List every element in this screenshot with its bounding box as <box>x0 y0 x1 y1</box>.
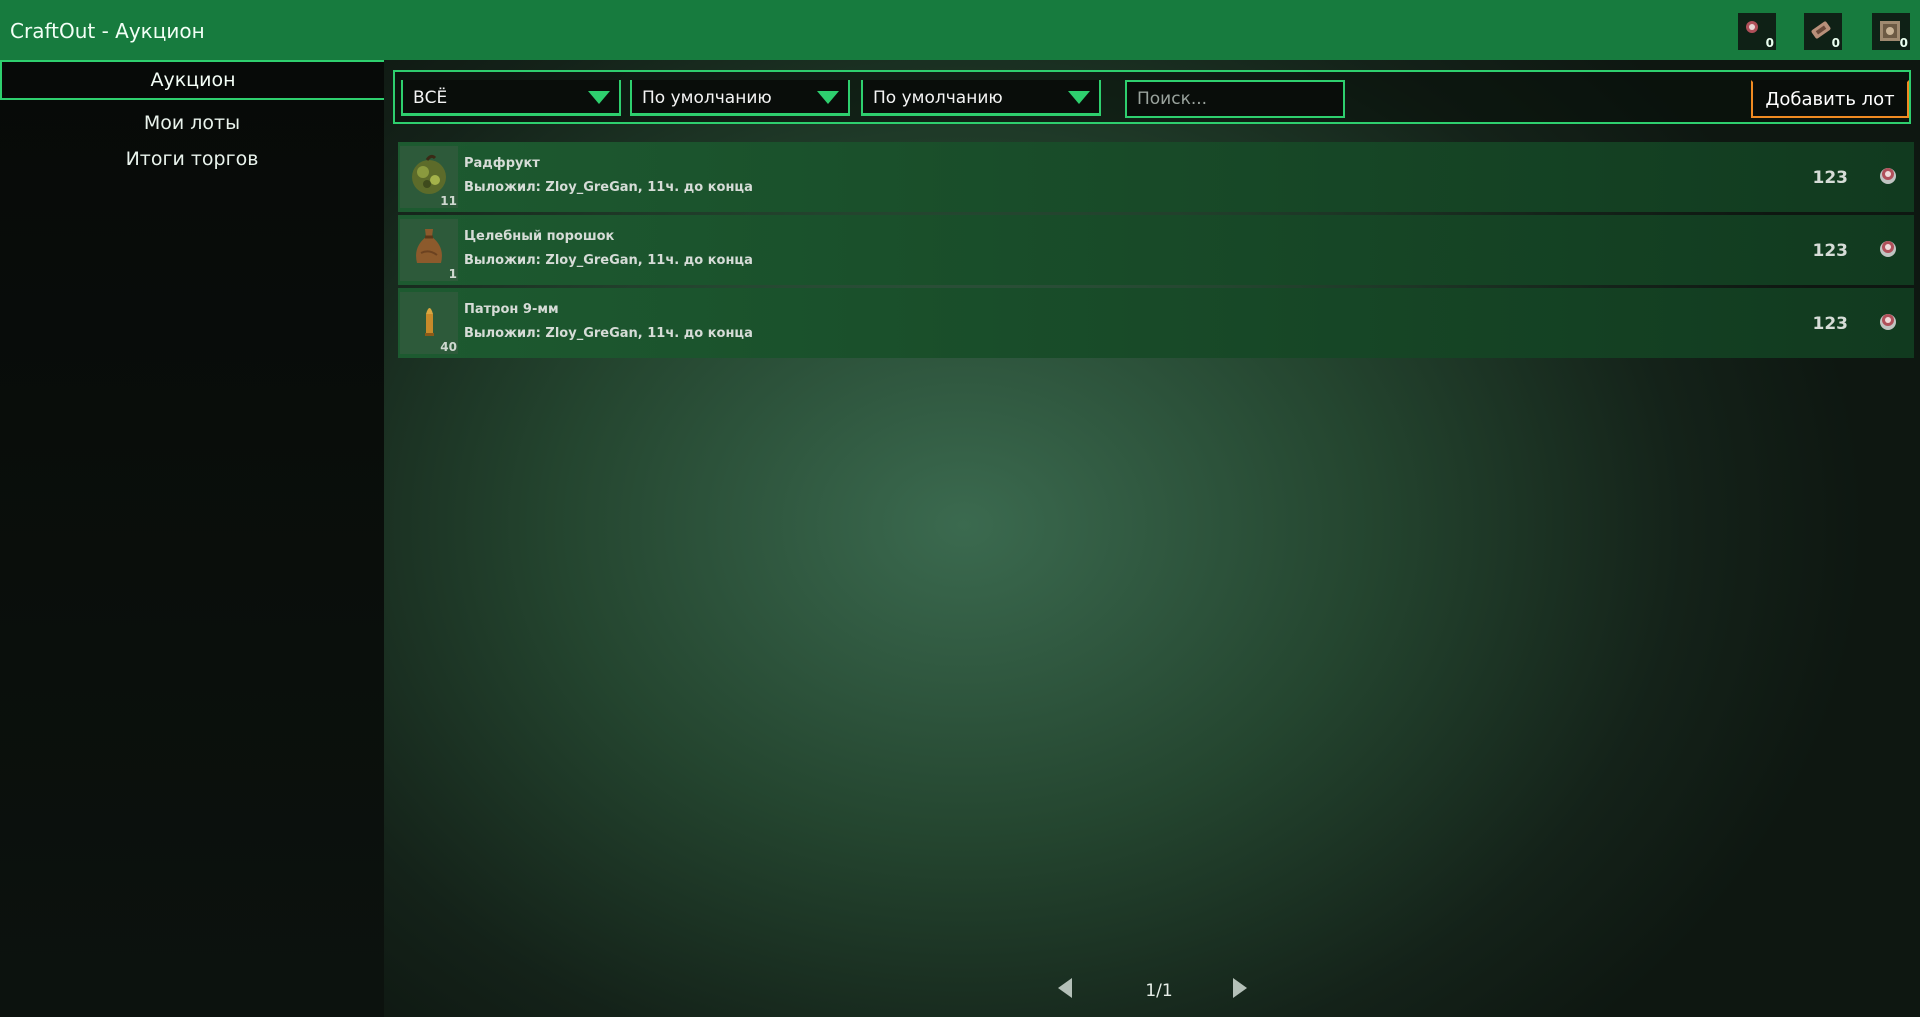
sort-dropdown-2[interactable]: По умолчанию <box>861 80 1101 116</box>
sidebar-item-trade-results[interactable]: Итоги торгов <box>0 144 384 174</box>
bottle-cap-icon <box>1880 241 1896 257</box>
sort-value-2: По умолчанию <box>873 88 1003 108</box>
chevron-down-icon <box>817 91 839 104</box>
bottle-cap-icon <box>1746 21 1758 33</box>
lot-name: Целебный порошок <box>464 229 615 244</box>
category-dropdown[interactable]: ВСЁ <box>401 80 621 116</box>
lot-row[interactable]: 40 Патрон 9-мм Выложил: Zloy_GreGan, 11ч… <box>398 288 1914 358</box>
sidebar-item-auction[interactable]: Аукцион <box>0 60 384 100</box>
sort-value-1: По умолчанию <box>642 88 772 108</box>
lot-name: Патрон 9-мм <box>464 302 559 317</box>
lot-row[interactable]: 1 Целебный порошок Выложил: Zloy_GreGan,… <box>398 215 1914 285</box>
sort-dropdown-1[interactable]: По умолчанию <box>630 80 850 116</box>
main-panel: ВСЁ По умолчанию По умолчанию Добавить л… <box>384 60 1920 1017</box>
bottle-cap-icon <box>1880 314 1896 330</box>
lot-seller: Выложил: Zloy_GreGan, 11ч. до конца <box>464 253 753 268</box>
lot-price: 123 <box>1812 241 1849 261</box>
powder-bag-icon: 1 <box>400 219 458 281</box>
prev-page-button[interactable] <box>1058 978 1072 998</box>
lot-price: 123 <box>1812 314 1849 334</box>
add-lot-button[interactable]: Добавить лот <box>1751 80 1909 118</box>
chevron-down-icon <box>588 91 610 104</box>
currency-caps: 0 <box>1738 13 1776 50</box>
currency-count: 0 <box>1899 36 1908 50</box>
currency-count: 0 <box>1831 36 1840 50</box>
category-value: ВСЁ <box>413 88 448 108</box>
title-bar: CraftOut - Аукцион 0 0 0 <box>0 0 1920 60</box>
lot-name: Радфрукт <box>464 156 540 171</box>
radfruit-icon: 11 <box>400 146 458 208</box>
currency-tickets: 0 <box>1804 13 1842 50</box>
search-input[interactable] <box>1125 80 1345 118</box>
page-indicator: 1/1 <box>1145 981 1173 1001</box>
lot-quantity: 11 <box>440 194 457 208</box>
currency-count: 0 <box>1765 36 1774 50</box>
lot-quantity: 40 <box>440 340 457 354</box>
lot-seller: Выложил: Zloy_GreGan, 11ч. до конца <box>464 180 753 195</box>
lot-row[interactable]: 11 Радфрукт Выложил: Zloy_GreGan, 11ч. д… <box>398 142 1914 212</box>
lot-seller: Выложил: Zloy_GreGan, 11ч. до конца <box>464 326 753 341</box>
lot-price: 123 <box>1812 168 1849 188</box>
ticket-icon <box>1811 21 1831 39</box>
next-page-button[interactable] <box>1233 978 1247 998</box>
currency-crates: 0 <box>1872 13 1910 50</box>
bottle-cap-icon <box>1880 168 1896 184</box>
filter-bar: ВСЁ По умолчанию По умолчанию Добавить л… <box>393 70 1911 124</box>
chevron-down-icon <box>1068 91 1090 104</box>
bullet-icon: 40 <box>400 292 458 354</box>
sidebar: Аукцион Мои лоты Итоги торгов <box>0 60 384 1017</box>
sidebar-item-my-lots[interactable]: Мои лоты <box>0 108 384 138</box>
lot-quantity: 1 <box>448 267 457 281</box>
app-title: CraftOut - Аукцион <box>10 19 205 43</box>
